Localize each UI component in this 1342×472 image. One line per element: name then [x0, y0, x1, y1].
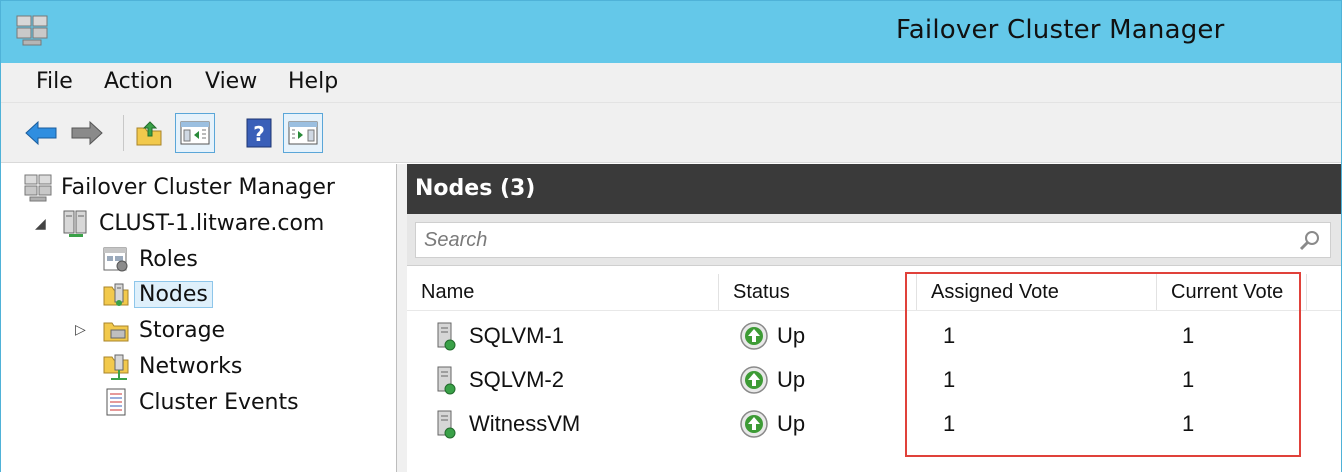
assigned-vote-cell: 1	[943, 411, 956, 436]
pane-title: Nodes (3)	[415, 176, 536, 201]
status-up-icon	[740, 366, 768, 394]
status-up-icon	[740, 322, 768, 350]
server-node-icon	[437, 322, 456, 351]
server-node-icon	[437, 410, 456, 439]
assigned-vote-cell: 1	[943, 367, 956, 392]
menu-action[interactable]: Action	[102, 69, 175, 94]
search-input[interactable]	[416, 223, 1276, 257]
column-header-name[interactable]: Name	[407, 274, 719, 310]
tree-item-label: Cluster Events	[139, 389, 299, 415]
pane-header: Nodes (3)	[407, 164, 1341, 214]
title-bar[interactable]: Failover Cluster Manager	[1, 1, 1341, 63]
current-vote-cell: 1	[1182, 411, 1195, 436]
server-node-icon	[437, 366, 456, 395]
tree-item-nodes[interactable]: Nodes	[101, 277, 213, 311]
tree-item-cluster-events[interactable]: Cluster Events	[101, 385, 299, 419]
networks-icon	[101, 351, 131, 381]
menu-view[interactable]: View	[203, 69, 259, 94]
app-window: Failover Cluster Manager File Action Vie…	[0, 0, 1342, 472]
cluster-manager-icon	[23, 172, 53, 202]
menu-file[interactable]: File	[34, 69, 75, 94]
cluster-events-icon	[101, 387, 131, 417]
search-box[interactable]	[415, 222, 1331, 258]
pane-splitter[interactable]	[397, 164, 407, 472]
action-pane-icon	[288, 121, 318, 145]
header-divider	[407, 310, 1341, 311]
table-row[interactable]: WitnessVM Up 1 1	[407, 402, 1341, 446]
help-button[interactable]: ?	[239, 113, 279, 153]
assigned-vote-cell: 1	[943, 323, 956, 348]
status-cell: Up	[739, 314, 805, 358]
storage-icon	[101, 315, 131, 345]
forward-button[interactable]	[67, 113, 107, 153]
tree-item-roles[interactable]: Roles	[101, 242, 198, 276]
status-text: Up	[777, 411, 806, 436]
up-one-level-button[interactable]	[129, 113, 169, 153]
show-hide-action-pane-button[interactable]	[283, 113, 323, 153]
menu-help[interactable]: Help	[286, 69, 340, 94]
tree-item-label: CLUST-1.litware.com	[99, 210, 325, 236]
tree-item-networks[interactable]: Networks	[101, 349, 242, 383]
table-row[interactable]: SQLVM-2 Up 1 1	[407, 358, 1341, 402]
column-header-status[interactable]: Status	[719, 274, 917, 310]
column-header-current-vote[interactable]: Current Vote	[1157, 274, 1307, 310]
tree-item-label: Roles	[139, 246, 198, 272]
search-icon[interactable]	[1298, 229, 1322, 257]
status-cell: Up	[739, 358, 805, 402]
node-name: WitnessVM	[469, 411, 581, 436]
current-vote-cell: 1	[1182, 323, 1195, 348]
help-icon: ?	[246, 118, 272, 148]
nodes-icon	[101, 279, 131, 309]
tree-item-failover-cluster-manager[interactable]: Failover Cluster Manager	[23, 170, 335, 204]
status-text: Up	[777, 323, 806, 348]
menu-bar: File Action View Help	[1, 63, 1341, 103]
console-tree-icon	[180, 121, 210, 145]
window-title: Failover Cluster Manager	[896, 15, 1225, 45]
name-cell: WitnessVM	[435, 402, 580, 446]
up-folder-icon	[136, 121, 162, 146]
console-tree: Failover Cluster Manager ◢ CLUST-1.litwa…	[1, 164, 397, 472]
show-hide-console-tree-button[interactable]	[175, 113, 215, 153]
status-up-icon	[740, 410, 768, 438]
node-name: SQLVM-2	[469, 367, 564, 392]
cluster-manager-app-icon[interactable]	[15, 13, 49, 47]
forward-icon	[71, 120, 103, 146]
expand-arrow-icon[interactable]: ▷	[75, 322, 86, 338]
search-bar	[407, 214, 1341, 266]
name-cell: SQLVM-2	[435, 358, 564, 402]
toolbar: ?	[1, 103, 1341, 163]
svg-text:?: ?	[253, 122, 265, 146]
nodes-table: Name Status Assigned Vote Current Vote S…	[407, 274, 1341, 472]
cluster-icon	[61, 208, 91, 238]
column-header-assigned-vote[interactable]: Assigned Vote	[917, 274, 1157, 310]
name-cell: SQLVM-1	[435, 314, 564, 358]
tree-item-label: Networks	[139, 353, 243, 379]
back-icon	[25, 120, 57, 146]
status-text: Up	[777, 367, 806, 392]
node-name: SQLVM-1	[469, 323, 564, 348]
tree-item-label: Storage	[139, 317, 226, 343]
tree-item-label: Nodes	[134, 280, 213, 308]
results-pane: Nodes (3) Name Status Assigned Vote Curr…	[407, 164, 1341, 472]
back-button[interactable]	[21, 113, 61, 153]
tree-item-storage[interactable]: Storage	[101, 313, 225, 347]
status-cell: Up	[739, 402, 805, 446]
tree-item-cluster[interactable]: CLUST-1.litware.com	[61, 206, 324, 240]
roles-icon	[101, 244, 131, 274]
collapse-arrow-icon[interactable]: ◢	[35, 216, 46, 232]
table-row[interactable]: SQLVM-1 Up 1 1	[407, 314, 1341, 358]
tree-item-label: Failover Cluster Manager	[61, 174, 335, 200]
current-vote-cell: 1	[1182, 367, 1195, 392]
toolbar-separator	[123, 115, 124, 151]
